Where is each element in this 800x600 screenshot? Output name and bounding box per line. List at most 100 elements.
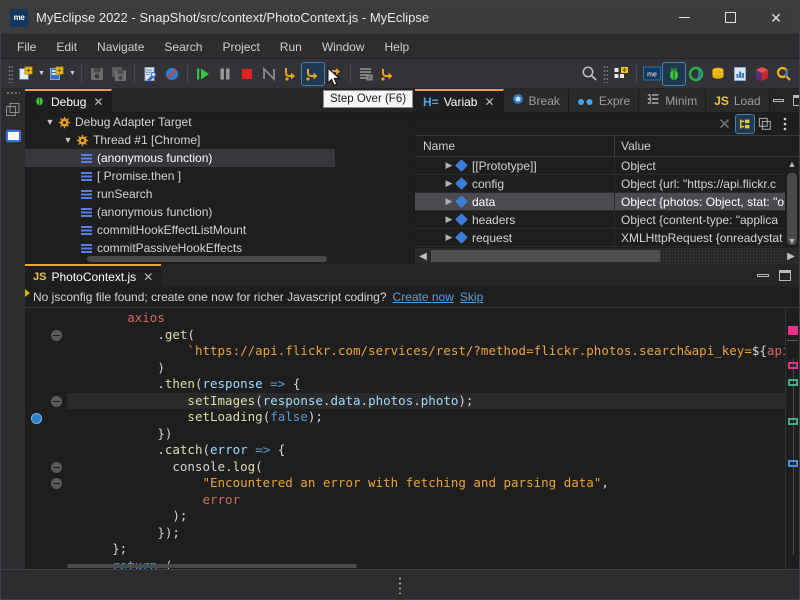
editor-tab-close-icon[interactable]: ✕ bbox=[143, 270, 153, 284]
toggle-console-button[interactable] bbox=[355, 63, 377, 85]
suspend-button[interactable] bbox=[214, 63, 236, 85]
variables-table-body[interactable]: ▶[[Prototype]] Object ▶config Object {ur… bbox=[415, 157, 799, 248]
tree-row[interactable]: [ Promise.then ] bbox=[25, 167, 414, 185]
code-line[interactable]: console.log( bbox=[67, 459, 785, 476]
myeclipse-perspective-button[interactable]: me bbox=[641, 63, 663, 85]
ruler-mark[interactable] bbox=[788, 418, 798, 425]
table-row[interactable]: ▶request XMLHttpRequest {onreadystat bbox=[415, 229, 799, 247]
code-line[interactable]: error bbox=[67, 492, 785, 509]
skip-link[interactable]: Skip bbox=[460, 290, 483, 304]
breakpoint-marker-icon[interactable] bbox=[31, 413, 42, 424]
minimize-editor-icon[interactable] bbox=[757, 274, 769, 277]
code-line[interactable]: setLoading(false); bbox=[67, 409, 785, 426]
debug-stack-tree[interactable]: ▼ Debug Adapter Target ▼ Thread #1 [Chro… bbox=[25, 113, 414, 254]
search-button[interactable] bbox=[578, 63, 600, 85]
debug-tree-hscrollbar[interactable] bbox=[25, 254, 414, 264]
tab-breakpoints[interactable]: Break bbox=[504, 89, 569, 112]
resume-button[interactable] bbox=[192, 63, 214, 85]
code-line[interactable]: }; bbox=[67, 541, 785, 558]
menu-window[interactable]: Window bbox=[312, 37, 375, 57]
chevron-right-icon[interactable]: ▶ bbox=[443, 160, 455, 171]
tree-row[interactable]: ▼ Thread #1 [Chrome] bbox=[25, 131, 414, 149]
drag-handle[interactable] bbox=[398, 576, 402, 594]
variables-hscrollbar[interactable]: ◀ ▶ bbox=[415, 248, 799, 264]
tab-photocontext-js[interactable]: JS PhotoContext.js ✕ bbox=[25, 264, 161, 287]
ruler-mark[interactable] bbox=[788, 379, 798, 386]
fold-toggle-icon[interactable] bbox=[51, 330, 62, 341]
chevron-right-icon[interactable]: ▶ bbox=[443, 232, 455, 243]
ruler-mark[interactable] bbox=[788, 460, 798, 467]
chevron-down-icon[interactable]: ▼ bbox=[43, 117, 57, 127]
code-line[interactable]: .get( bbox=[67, 327, 785, 344]
close-button[interactable]: ✕ bbox=[753, 1, 799, 35]
console-view-icon[interactable] bbox=[3, 126, 23, 146]
code-line[interactable]: ); bbox=[67, 508, 785, 525]
scroll-up-icon[interactable]: ▲ bbox=[788, 157, 797, 171]
search-perspective-button[interactable] bbox=[773, 63, 795, 85]
maximize-editor-icon[interactable] bbox=[779, 270, 791, 281]
tree-row[interactable]: commitPassiveHookEffects bbox=[25, 239, 414, 254]
scroll-right-icon[interactable]: ▶ bbox=[783, 251, 799, 262]
code-line[interactable]: .then(response => { bbox=[67, 376, 785, 393]
new-java-project-dropdown-icon[interactable]: ▼ bbox=[68, 63, 77, 85]
copy-variables-icon[interactable] bbox=[756, 115, 774, 133]
database-perspective-button[interactable] bbox=[707, 63, 729, 85]
code-line[interactable]: "Encountered an error with fetching and … bbox=[67, 475, 785, 492]
toolbar-grip[interactable] bbox=[8, 65, 13, 83]
code-line[interactable]: setImages(response.data.photos.photo); bbox=[67, 393, 785, 410]
activity-bar-grip[interactable] bbox=[6, 91, 20, 95]
step-over-button[interactable] bbox=[302, 63, 324, 85]
menu-search[interactable]: Search bbox=[154, 37, 212, 57]
code-line[interactable]: .catch(error => { bbox=[67, 442, 785, 459]
menu-edit[interactable]: Edit bbox=[46, 37, 87, 57]
step-into-button[interactable] bbox=[280, 63, 302, 85]
tab-loaded-scripts[interactable]: JS Load bbox=[706, 89, 769, 112]
tab-minimap[interactable]: Minim bbox=[639, 89, 706, 112]
code-line[interactable]: ) bbox=[67, 360, 785, 377]
collapse-all-icon[interactable] bbox=[716, 115, 734, 133]
save-button[interactable] bbox=[86, 63, 108, 85]
code-editor[interactable]: axios .get( `https://api.flickr.com/serv… bbox=[25, 307, 799, 569]
terminate-button[interactable] bbox=[236, 63, 258, 85]
create-now-link[interactable]: Create now bbox=[393, 290, 454, 304]
tab-expressions[interactable]: ●● Expre bbox=[569, 89, 639, 112]
code-line[interactable]: axios bbox=[67, 310, 785, 327]
perspective-grip[interactable] bbox=[603, 65, 608, 83]
minimize-panel-icon[interactable] bbox=[770, 92, 788, 110]
debug-perspective-button[interactable] bbox=[663, 63, 685, 85]
tab-variables[interactable]: H= Variab ✕ bbox=[415, 89, 504, 112]
javascript-perspective-button[interactable] bbox=[685, 63, 707, 85]
tree-row[interactable]: ▼ Debug Adapter Target bbox=[25, 113, 414, 131]
menu-navigate[interactable]: Navigate bbox=[87, 37, 154, 57]
code-line[interactable]: }); bbox=[67, 525, 785, 542]
fold-toggle-icon[interactable] bbox=[51, 396, 62, 407]
tree-row[interactable]: runSearch bbox=[25, 185, 414, 203]
tab-debug-close-icon[interactable]: ✕ bbox=[93, 95, 103, 109]
editor-gutter[interactable] bbox=[25, 308, 67, 569]
fold-toggle-icon[interactable] bbox=[51, 478, 62, 489]
disconnect-button[interactable] bbox=[258, 63, 280, 85]
scroll-down-icon[interactable]: ▼ bbox=[788, 234, 797, 248]
view-menu-icon[interactable] bbox=[776, 115, 794, 133]
table-row[interactable]: ▶data Object {photos: Object, stat: "o bbox=[415, 193, 799, 211]
chevron-down-icon[interactable]: ▼ bbox=[61, 135, 75, 145]
tree-row[interactable]: (anonymous function) bbox=[25, 149, 335, 167]
chevron-right-icon[interactable]: ▶ bbox=[443, 196, 455, 207]
variables-vscrollbar[interactable]: ▲ ▼ bbox=[785, 157, 799, 248]
table-row[interactable]: ▶headers Object {content-type: "applica bbox=[415, 211, 799, 229]
overview-ruler[interactable] bbox=[785, 308, 799, 569]
column-header-name[interactable]: Name bbox=[415, 136, 615, 156]
tree-row[interactable]: commitHookEffectListMount bbox=[25, 221, 414, 239]
report-perspective-button[interactable] bbox=[729, 63, 751, 85]
show-logical-structure-icon[interactable] bbox=[736, 115, 754, 133]
maximize-button[interactable] bbox=[707, 1, 753, 35]
tab-variables-close-icon[interactable]: ✕ bbox=[484, 95, 494, 109]
minimize-button[interactable] bbox=[661, 1, 707, 35]
scroll-left-icon[interactable]: ◀ bbox=[415, 251, 431, 262]
menu-run[interactable]: Run bbox=[270, 37, 312, 57]
step-filters-button[interactable] bbox=[377, 63, 399, 85]
code-line[interactable]: }) bbox=[67, 426, 785, 443]
chevron-right-icon[interactable]: ▶ bbox=[443, 214, 455, 225]
table-row[interactable]: ▶config Object {url: "https://api.flickr… bbox=[415, 175, 799, 193]
code-text[interactable]: axios .get( `https://api.flickr.com/serv… bbox=[67, 308, 785, 569]
